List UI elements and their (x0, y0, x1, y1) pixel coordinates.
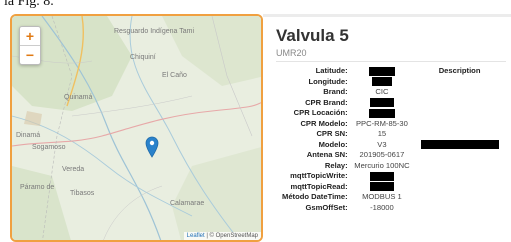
field-value: Mercurio 100NC (354, 160, 410, 170)
map-label: Chiquiní (130, 54, 156, 61)
field-label: Antena SN: (306, 150, 348, 160)
attribution-leaflet-link[interactable]: Leaflet (187, 233, 205, 239)
device-subtitle: UMR20 (276, 48, 307, 58)
field-value (351, 182, 413, 193)
description-cell (413, 171, 506, 182)
description-cell (413, 140, 506, 151)
field-label: Relay: (324, 160, 348, 170)
top-divider (263, 14, 511, 17)
field-value: V3 (377, 139, 387, 149)
field-label: Método DateTime: (282, 192, 348, 202)
attribution-text: | © OpenStreetMap (206, 233, 258, 239)
field-value (351, 66, 413, 77)
table-row: Latitude: Description (282, 66, 506, 77)
map-label: Resguardo Indígena Tami (114, 28, 195, 35)
table-row: Método DateTime: MODBUS 1 (282, 192, 506, 203)
figure-caption: la Fig. 8. (4, 0, 54, 9)
map-panel[interactable]: + − Resguardo Indígena Tami Chiquiní El … (10, 14, 263, 242)
description-cell (413, 129, 506, 140)
map-label: Calamarae (170, 200, 205, 207)
table-row: Longitude: (282, 77, 506, 88)
field-label: GsmOffSet: (305, 202, 348, 212)
zoom-in-button[interactable]: + (20, 27, 40, 45)
redacted-description (420, 140, 499, 150)
redacted-value (368, 66, 395, 76)
description-cell (413, 203, 506, 214)
field-label: CPR Modelo: (300, 118, 348, 128)
table-row: CPR Brand: (282, 98, 506, 109)
field-label: CPR Brand: (305, 97, 348, 107)
map-marker-icon[interactable] (145, 136, 159, 158)
table-row: Relay: Mercurio 100NC (282, 161, 506, 172)
field-value (351, 77, 413, 88)
field-label: Latitude: (315, 66, 348, 76)
description-cell (413, 182, 506, 193)
table-row: Modelo: V3 (282, 140, 506, 151)
redacted-value (368, 108, 395, 118)
description-header: Description (438, 66, 481, 76)
section-divider (276, 61, 506, 62)
field-value: 15 (377, 129, 387, 139)
map-label: Sogamoso (32, 144, 66, 151)
map-label: Dinamá (16, 132, 41, 139)
field-value: 201905-0617 (359, 150, 405, 160)
field-label: Longitude: (308, 76, 348, 86)
table-row: mqttTopicRead: (282, 182, 506, 193)
map-label: Vereda (62, 166, 85, 173)
device-title: Valvula 5 (276, 26, 349, 45)
field-value (351, 108, 413, 119)
field-value (351, 98, 413, 109)
table-row: GsmOffSet: -18000 (282, 203, 506, 214)
map-label: Tibasos (70, 190, 95, 197)
table-row: mqttTopicWrite: (282, 171, 506, 182)
description-cell (413, 77, 506, 88)
description-cell (413, 150, 506, 161)
redacted-value (369, 171, 394, 181)
table-row: Brand: CIC (282, 87, 506, 98)
map-terrain[interactable] (12, 16, 263, 242)
field-label: Brand: (323, 87, 348, 97)
field-value: MODBUS 1 (362, 192, 402, 202)
field-label: CPR Locación: (293, 108, 348, 118)
redacted-value (371, 77, 392, 87)
map-label: El Caño (162, 72, 187, 79)
map-label: Quinamá (64, 94, 93, 101)
field-label: CPR SN: (316, 129, 348, 139)
table-row: Antena SN: 201905-0617 (282, 150, 506, 161)
description-cell (413, 192, 506, 203)
device-details-table: Latitude: Description Longitude: Brand: CIC C… (282, 66, 506, 213)
field-value: -18000 (370, 202, 394, 212)
map-label: Páramo de (20, 184, 55, 191)
description-cell: Description (413, 66, 506, 77)
field-value: CIC (375, 87, 389, 97)
zoom-control: + − (19, 26, 41, 65)
description-cell (413, 87, 506, 98)
description-cell (413, 161, 506, 172)
table-row: CPR Modelo: PPC-RM-85-30 (282, 119, 506, 130)
description-cell (413, 98, 506, 109)
field-value: PPC-RM-85-30 (355, 118, 408, 128)
table-row: CPR Locación: (282, 108, 506, 119)
field-value (351, 171, 413, 182)
map-attribution: Leaflet | © OpenStreetMap (183, 232, 261, 240)
field-label: Modelo: (318, 139, 348, 149)
table-row: CPR SN: 15 (282, 129, 506, 140)
redacted-value (369, 182, 394, 192)
zoom-out-button[interactable]: − (20, 45, 40, 64)
description-cell (413, 108, 506, 119)
description-cell (413, 119, 506, 130)
field-label: mqttTopicWrite: (290, 171, 348, 181)
redacted-value (369, 98, 394, 108)
field-label: mqttTopicRead: (290, 181, 348, 191)
